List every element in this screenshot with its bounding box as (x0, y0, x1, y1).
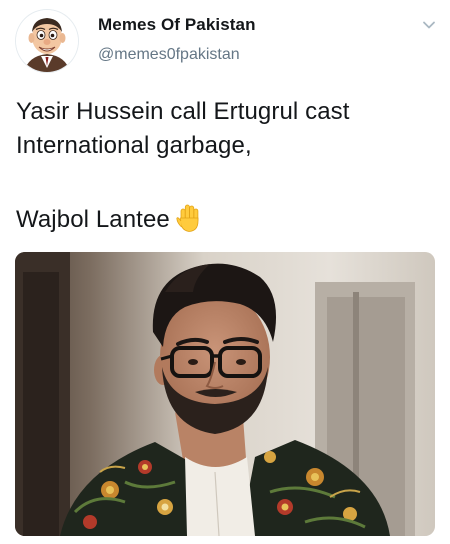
author-avatar[interactable] (16, 10, 78, 72)
tweet-card: Memes Of Pakistan @memes0fpakistan Yasir… (0, 0, 450, 544)
tweet-text-line-1: Yasir Hussein call Ertugrul cast (16, 98, 350, 125)
tweet-photo[interactable] (15, 252, 435, 536)
tweet-text-signoff: Wajbol Lantee (16, 206, 170, 233)
tweet-text-line-2: International garbage, (16, 132, 252, 159)
author-handle[interactable]: @memes0fpakistan (98, 46, 240, 64)
cartoon-avatar-icon (16, 10, 78, 72)
tweet-text-line-3: Wajbol Lantee (16, 203, 202, 234)
raised-hand-emoji (176, 204, 199, 232)
author-name[interactable]: Memes Of Pakistan (98, 15, 256, 35)
portrait-image (15, 252, 435, 536)
chevron-down-icon[interactable] (420, 16, 438, 34)
